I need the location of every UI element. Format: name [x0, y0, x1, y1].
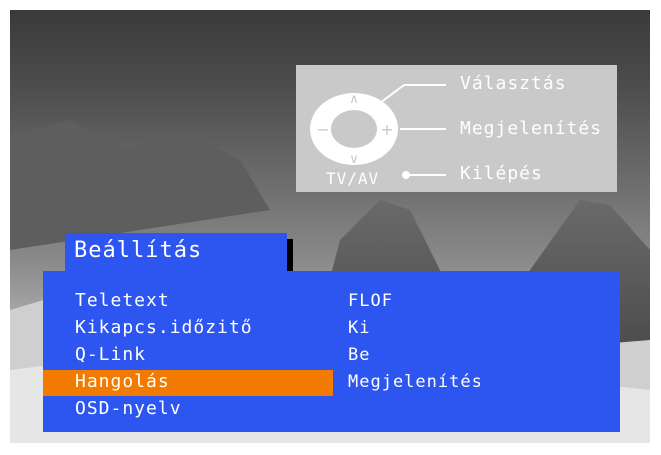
q-link-value: Be — [348, 345, 371, 365]
legend-display-label: Megjelenítés — [460, 118, 603, 139]
menu-item-label: Kikapcs.időzitő — [75, 317, 253, 338]
legend-exit-label: Kilépés — [460, 163, 543, 184]
remote-legend-panel: ∧ ∨ − + Választás Megjelenítés Kilépés T… — [296, 65, 617, 192]
svg-text:+: + — [380, 120, 393, 139]
svg-text:∨: ∨ — [349, 152, 359, 167]
tuning-value: Megjelenítés — [348, 372, 483, 392]
menu-item-label: Q-Link — [75, 344, 147, 365]
legend-select-label: Választás — [460, 73, 567, 94]
menu-item-osd-language[interactable]: OSD-nyelv — [43, 397, 333, 423]
settings-menu-panel: Teletext Kikapcs.időzitő Q-Link Hangolás… — [43, 271, 620, 432]
menu-item-label: Hangolás — [75, 371, 170, 392]
menu-title-tab: Beállítás — [65, 233, 287, 272]
menu-item-teletext[interactable]: Teletext — [43, 289, 333, 315]
tv-screen: ∧ ∨ − + Választás Megjelenítés Kilépés T… — [10, 10, 650, 443]
menu-item-label: OSD-nyelv — [75, 398, 182, 419]
menu-item-tuning[interactable]: Hangolás — [43, 370, 333, 396]
off-timer-value: Ki — [348, 318, 371, 338]
menu-item-label: Teletext — [75, 290, 170, 311]
legend-tvav-label: TV/AV — [326, 169, 380, 188]
teletext-value: FLOF — [348, 291, 393, 311]
menu-item-off-timer[interactable]: Kikapcs.időzitő — [43, 316, 333, 342]
menu-item-q-link[interactable]: Q-Link — [43, 343, 333, 369]
svg-text:−: − — [316, 120, 329, 139]
menu-title: Beállítás — [74, 238, 203, 263]
svg-text:∧: ∧ — [349, 92, 359, 107]
